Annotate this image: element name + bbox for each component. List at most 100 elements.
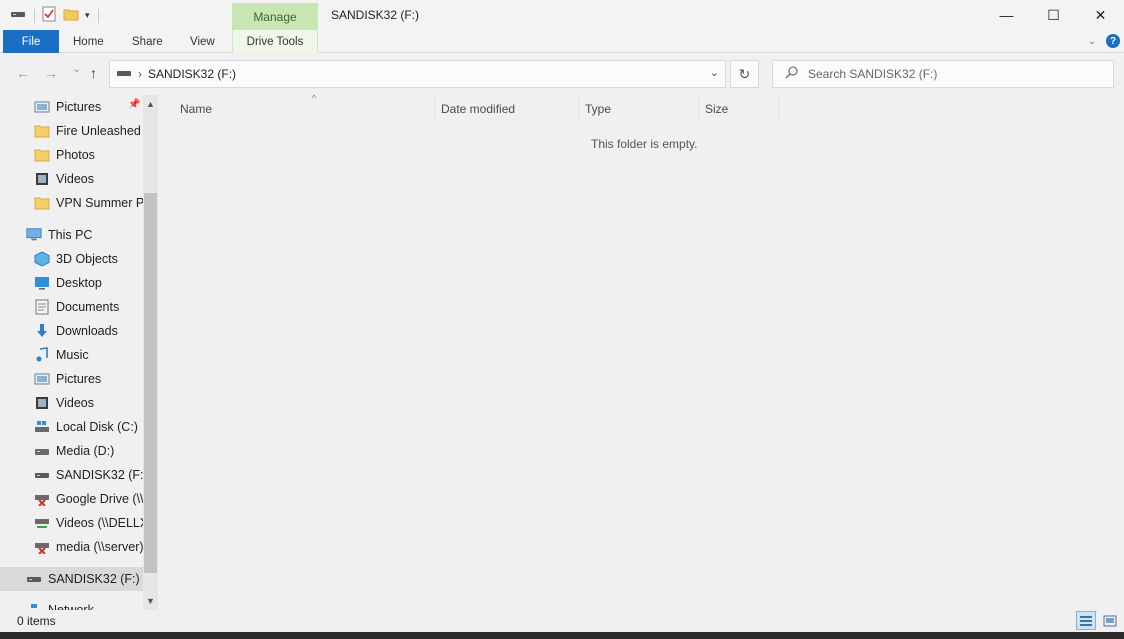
videos-icon xyxy=(34,171,50,187)
sidebar-item-pc[interactable]: 3D Objects xyxy=(0,247,143,271)
pin-icon: 📌 xyxy=(128,99,141,110)
nav-item-label: Downloads xyxy=(56,324,118,338)
sidebar-item-this-pc[interactable]: This PC xyxy=(0,223,143,247)
column-header-date-modified[interactable]: Date modified xyxy=(433,95,579,123)
sidebar-item-quick-access[interactable]: Videos xyxy=(0,167,143,191)
customize-toolbar-icon[interactable]: ▾ xyxy=(85,10,90,21)
local-disk-icon xyxy=(34,419,50,435)
toolbar-separator xyxy=(34,8,35,23)
sidebar-item-pc[interactable]: Desktop xyxy=(0,271,143,295)
window-bottom-edge xyxy=(0,632,1124,639)
music-icon xyxy=(34,347,50,363)
sidebar-item-pc[interactable]: Documents xyxy=(0,295,143,319)
column-header-name[interactable]: Name ^ xyxy=(172,93,435,123)
3d-objects-icon xyxy=(34,251,50,267)
column-header-type[interactable]: Type xyxy=(577,95,699,123)
status-bar: 0 items xyxy=(0,610,1124,632)
refresh-button[interactable]: ↻ xyxy=(730,60,759,88)
sidebar-item-pc[interactable]: Pictures xyxy=(0,367,143,391)
properties-icon[interactable] xyxy=(41,6,57,25)
scroll-down-icon[interactable]: ▼ xyxy=(143,592,158,610)
search-input[interactable] xyxy=(808,67,1098,81)
nav-item-label: Media (D:) xyxy=(56,444,115,458)
forward-arrow-icon[interactable]: → xyxy=(44,65,58,81)
sidebar-item-selected-drive[interactable]: SANDISK32 (F:) xyxy=(0,567,143,591)
sidebar-item-quick-access[interactable]: Fire Unleashed xyxy=(0,119,143,143)
usb-drive-icon xyxy=(26,571,42,587)
network-drive-disconnected-icon xyxy=(34,491,50,507)
address-bar[interactable]: › SANDISK32 (F:) ⌄ xyxy=(109,60,726,88)
sidebar-item-pc[interactable]: Google Drive (\\ xyxy=(0,487,143,511)
breadcrumb-separator-icon[interactable]: › xyxy=(138,67,142,81)
chevron-down-icon[interactable]: ⌄ xyxy=(710,66,719,79)
sidebar-item-pc[interactable]: Videos xyxy=(0,391,143,415)
usb-drive-icon xyxy=(34,467,50,483)
tab-drive-tools[interactable]: Drive Tools xyxy=(232,30,318,53)
navigation-pane: Pictures 📌 Fire Unleashed Photos Videos VPN S… xyxy=(0,95,160,617)
nav-item-label: Pictures xyxy=(56,100,102,114)
sidebar-item-pc[interactable]: Videos (\\DELLX xyxy=(0,511,143,535)
breadcrumb-item[interactable]: SANDISK32 (F:) xyxy=(148,67,236,81)
maximize-button[interactable]: ☐ xyxy=(1030,0,1077,30)
nav-item-label: media (\\server) xyxy=(56,540,143,554)
nav-item-label: 3D Objects xyxy=(56,252,118,266)
tab-share[interactable]: Share xyxy=(132,30,163,53)
scroll-up-icon[interactable]: ▲ xyxy=(143,95,158,113)
large-icons-view-icon[interactable] xyxy=(1100,611,1120,630)
window-controls: — ☐ ✕ xyxy=(983,0,1124,30)
details-view-icon[interactable] xyxy=(1076,611,1096,630)
column-header-size[interactable]: Size xyxy=(697,95,779,123)
up-arrow-icon[interactable]: ↑ xyxy=(90,65,97,81)
nav-item-label: SANDISK32 (F:) xyxy=(48,572,140,586)
scroll-thumb[interactable] xyxy=(144,193,157,573)
quick-access-toolbar: ▾ xyxy=(10,6,99,25)
documents-icon xyxy=(34,299,50,315)
window-title: SANDISK32 (F:) xyxy=(331,8,420,22)
nav-scrollbar[interactable]: ▲ ▼ xyxy=(143,95,158,610)
downloads-icon xyxy=(34,323,50,339)
network-drive-disconnected-icon xyxy=(34,539,50,555)
recent-locations-icon[interactable]: ⌄ xyxy=(72,62,81,75)
folder-icon xyxy=(34,147,50,163)
desktop-icon xyxy=(34,275,50,291)
videos-icon xyxy=(34,395,50,411)
sidebar-item-pc[interactable]: media (\\server) xyxy=(0,535,143,559)
sort-ascending-icon: ^ xyxy=(312,93,317,103)
drive-icon xyxy=(34,443,50,459)
sidebar-item-quick-access[interactable]: VPN Summer Pr xyxy=(0,191,143,215)
tab-view[interactable]: View xyxy=(190,30,215,53)
sidebar-item-pc[interactable]: Downloads xyxy=(0,319,143,343)
minimize-button[interactable]: — xyxy=(983,0,1030,30)
search-box[interactable] xyxy=(772,60,1114,88)
navigation-bar: ← → ⌄ ↑ › SANDISK32 (F:) ⌄ ↻ xyxy=(0,53,1124,95)
folder-icon xyxy=(34,195,50,211)
drive-icon xyxy=(116,67,132,81)
close-button[interactable]: ✕ xyxy=(1077,0,1124,30)
toolbar-separator xyxy=(97,8,99,23)
breadcrumb: › SANDISK32 (F:) xyxy=(116,67,236,81)
nav-item-label: Fire Unleashed xyxy=(56,124,141,138)
network-drive-icon xyxy=(34,515,50,531)
nav-item-label: Music xyxy=(56,348,89,362)
sidebar-item-pc[interactable]: Music xyxy=(0,343,143,367)
file-list: Name ^ Date modified Type Size This fold… xyxy=(160,93,1124,610)
sidebar-item-pc[interactable]: Local Disk (C:) xyxy=(0,415,143,439)
manage-tab[interactable]: Manage xyxy=(232,3,318,30)
sidebar-item-pc[interactable]: SANDISK32 (F:) xyxy=(0,463,143,487)
search-icon xyxy=(785,66,798,82)
tab-file[interactable]: File xyxy=(3,30,59,53)
nav-item-label: Documents xyxy=(56,300,120,314)
sidebar-item-pc[interactable]: Media (D:) xyxy=(0,439,143,463)
nav-item-label: This PC xyxy=(48,228,93,242)
chevron-down-icon[interactable]: ⌄ xyxy=(1088,36,1096,47)
sidebar-item-quick-access[interactable]: Photos xyxy=(0,143,143,167)
ribbon-controls: ⌄ ? xyxy=(1088,34,1120,48)
sidebar-item-quick-access[interactable]: Pictures 📌 xyxy=(0,95,143,119)
nav-item-label: Videos xyxy=(56,172,94,186)
nav-item-label: Videos (\\DELLX xyxy=(56,516,143,530)
tab-home[interactable]: Home xyxy=(73,30,104,53)
back-arrow-icon[interactable]: ← xyxy=(16,65,30,81)
pictures-icon xyxy=(34,371,50,387)
new-folder-icon[interactable] xyxy=(63,6,79,25)
help-icon[interactable]: ? xyxy=(1106,34,1120,48)
